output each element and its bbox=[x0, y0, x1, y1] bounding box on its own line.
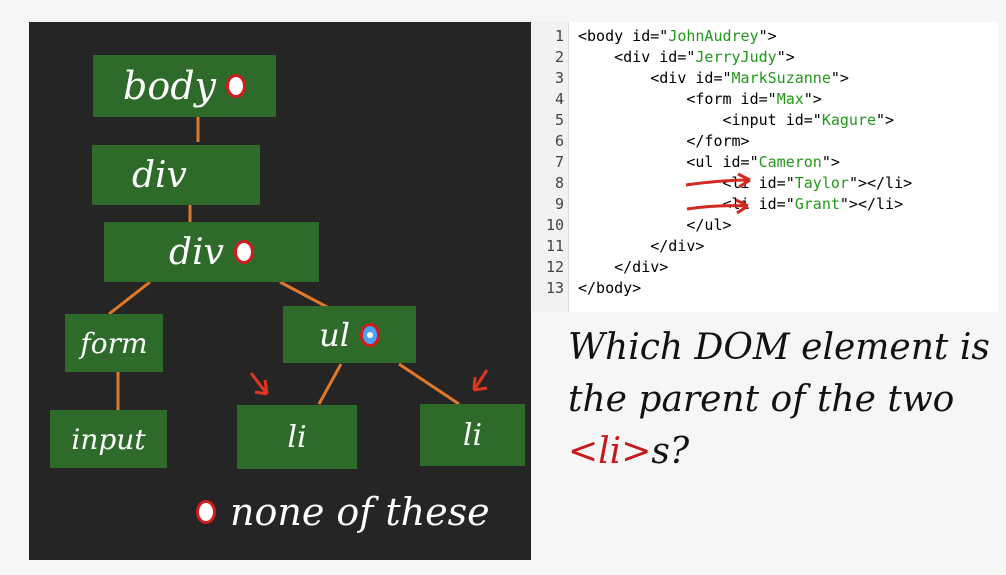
question-text: Which DOM element is the parent of the t… bbox=[568, 322, 990, 478]
code-panel: 1 <body id="JohnAudrey"> 2 <div id="JerryJ… bbox=[532, 22, 998, 312]
li-tag: <li> bbox=[568, 431, 652, 472]
tree-node-form: form bbox=[65, 314, 163, 372]
arrow-li1-icon bbox=[249, 372, 269, 396]
arrow-line9-icon bbox=[686, 198, 749, 215]
answer-radio-ul[interactable] bbox=[359, 322, 380, 347]
answer-radio-none[interactable] bbox=[196, 500, 216, 524]
code-arrows bbox=[685, 172, 751, 215]
edge-ul-li1 bbox=[317, 363, 343, 405]
node-label: div bbox=[132, 154, 187, 196]
edge-div-form bbox=[108, 280, 151, 316]
tree-node-li-1: li bbox=[237, 405, 357, 469]
arrow-li2-icon bbox=[472, 369, 489, 392]
tree-node-body: body bbox=[93, 55, 276, 117]
arrow-line8-icon bbox=[685, 172, 751, 189]
tree-node-div-inner: div bbox=[104, 222, 319, 282]
node-label: ul bbox=[319, 315, 350, 354]
node-label: li bbox=[287, 419, 307, 455]
question-line-2: the parent of the two bbox=[568, 379, 955, 420]
node-label: form bbox=[80, 326, 148, 360]
tree-node-div-outer: div bbox=[92, 145, 260, 205]
node-label: li bbox=[462, 417, 483, 453]
edge-ul-li2 bbox=[398, 362, 460, 406]
node-label: input bbox=[71, 422, 146, 456]
question-line-1: Which DOM element is bbox=[568, 327, 990, 368]
tree-node-input: input bbox=[50, 410, 167, 468]
none-of-these-label: none of these bbox=[230, 490, 490, 534]
question-suffix: s? bbox=[651, 431, 690, 472]
node-label: body bbox=[123, 64, 216, 108]
answer-radio-body[interactable] bbox=[226, 74, 246, 98]
none-of-these-option[interactable]: none of these bbox=[196, 490, 490, 534]
node-label: div bbox=[169, 231, 224, 273]
quiz-board: body div div form ul input li li none of… bbox=[29, 22, 531, 560]
question-line-3: <li>s? bbox=[568, 426, 990, 478]
tree-node-li-2: li bbox=[420, 404, 525, 466]
tree-node-ul: ul bbox=[283, 306, 416, 363]
answer-radio-div[interactable] bbox=[233, 240, 254, 264]
edge-div-ul bbox=[279, 280, 330, 310]
